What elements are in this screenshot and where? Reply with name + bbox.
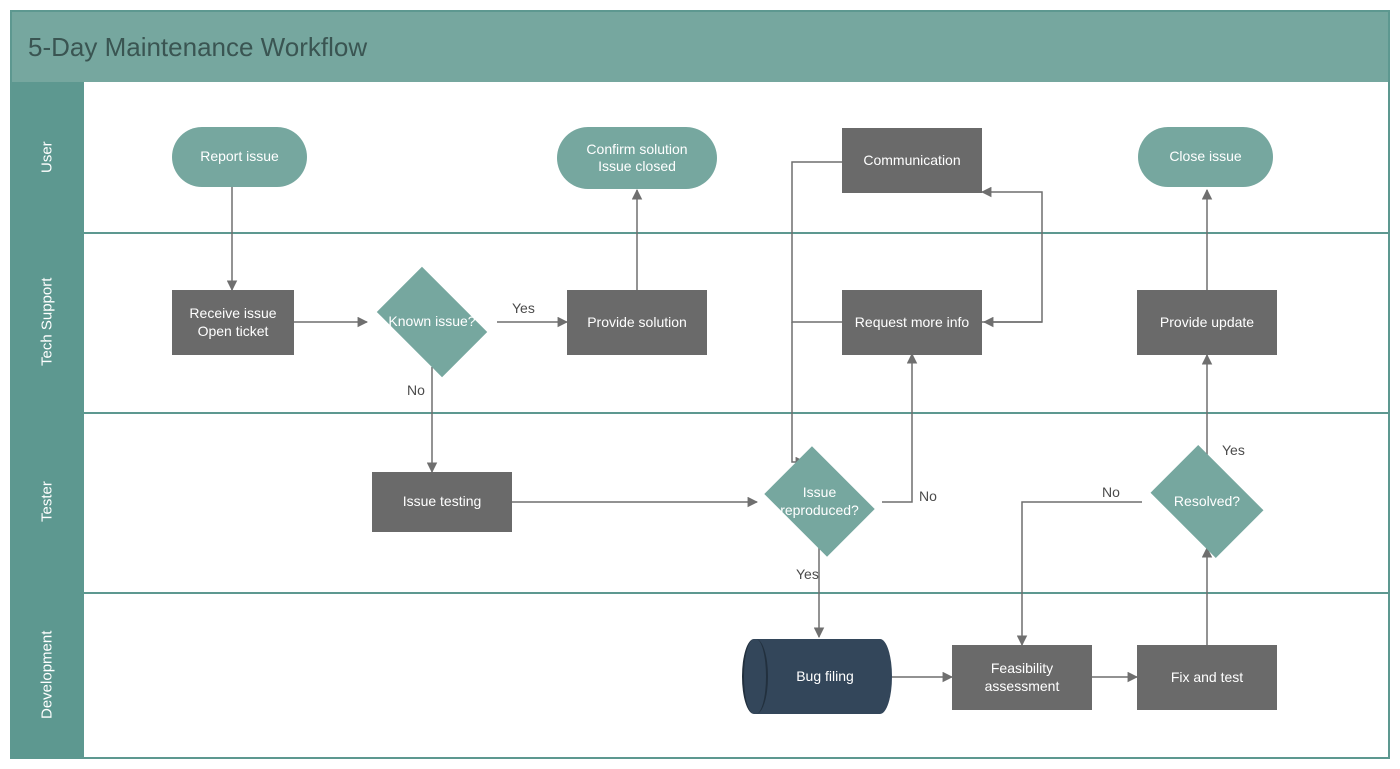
node-label: Issue testing [403, 493, 482, 511]
node-label: Communication [863, 152, 960, 170]
node-close-issue: Close issue [1138, 127, 1273, 187]
edge-label-resolved-yes: Yes [1222, 442, 1245, 458]
node-provide-update: Provide update [1137, 290, 1277, 355]
node-receive-issue: Receive issue Open ticket [172, 290, 294, 355]
node-report-issue: Report issue [172, 127, 307, 187]
node-issue-reproduced: Issue reproduced? [757, 454, 882, 549]
node-label: Provide update [1160, 314, 1254, 332]
node-resolved: Resolved? [1142, 454, 1272, 549]
node-label: Issue reproduced? [780, 484, 859, 519]
node-feasibility-assessment: Feasibility assessment [952, 645, 1092, 710]
lane-divider-1 [82, 232, 1388, 234]
lane-label-tech-support: Tech Support [12, 232, 82, 412]
edge-label-resolved-no: No [1102, 484, 1120, 500]
node-bug-filing: Bug filing [742, 639, 892, 714]
node-label: Provide solution [587, 314, 687, 332]
node-communication: Communication [842, 128, 982, 193]
node-label: Resolved? [1174, 493, 1240, 511]
node-label: Known issue? [388, 313, 475, 331]
lane-label-separator [82, 82, 84, 757]
diagram-title: 5-Day Maintenance Workflow [28, 32, 367, 63]
node-label: Report issue [200, 148, 279, 166]
node-provide-solution: Provide solution [567, 290, 707, 355]
node-fix-and-test: Fix and test [1137, 645, 1277, 710]
node-label: Receive issue Open ticket [189, 305, 276, 340]
lane-label-user: User [12, 82, 82, 232]
node-label: Fix and test [1171, 669, 1243, 687]
edge-label-known-no: No [407, 382, 425, 398]
node-label: Request more info [855, 314, 969, 332]
lane-divider-3 [82, 592, 1388, 594]
node-label: Feasibility assessment [985, 660, 1060, 695]
lane-label-tester: Tester [12, 412, 82, 592]
edge-label-reproduced-no: No [919, 488, 937, 504]
swimlane-diagram: 5-Day Maintenance Workflow User Tech Sup… [10, 10, 1390, 759]
node-request-more-info: Request more info [842, 290, 982, 355]
edge-label-reproduced-yes: Yes [796, 566, 819, 582]
edge-label-known-yes: Yes [512, 300, 535, 316]
lane-label-development: Development [12, 592, 82, 757]
diagram-title-bar: 5-Day Maintenance Workflow [12, 12, 1388, 82]
node-known-issue: Known issue? [367, 277, 497, 367]
node-confirm-solution: Confirm solution Issue closed [557, 127, 717, 189]
node-label: Close issue [1169, 148, 1241, 166]
lane-divider-2 [82, 412, 1388, 414]
node-issue-testing: Issue testing [372, 472, 512, 532]
node-label: Bug filing [782, 668, 854, 686]
node-label: Confirm solution Issue closed [586, 141, 687, 176]
